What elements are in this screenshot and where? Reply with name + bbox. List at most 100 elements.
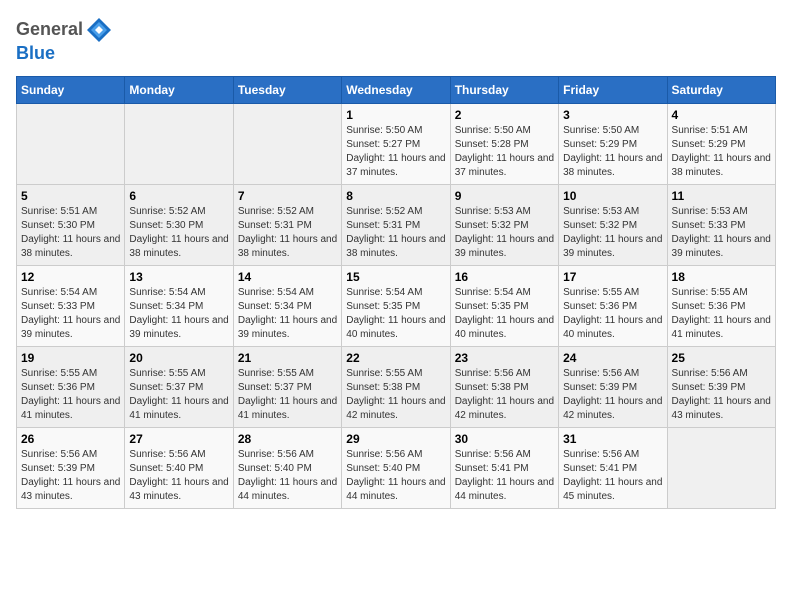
- calendar-cell: 5 Sunrise: 5:51 AM Sunset: 5:30 PM Daylig…: [17, 184, 125, 265]
- day-number: 22: [346, 351, 445, 365]
- calendar-cell: 23 Sunrise: 5:56 AM Sunset: 5:38 PM Dayli…: [450, 346, 558, 427]
- weekday-header: Wednesday: [342, 76, 450, 103]
- day-number: 26: [21, 432, 120, 446]
- day-number: 16: [455, 270, 554, 284]
- calendar-cell: 21Sunrise: 5:55 AM Sunset: 5:37 PM Dayli…: [233, 346, 341, 427]
- day-info: Sunrise: 5:55 AM Sunset: 5:36 PM Dayligh…: [563, 286, 662, 342]
- day-info: Sunrise: 5:51 AM Sunset: 5:29 PM Dayligh…: [672, 124, 771, 180]
- calendar-cell: 17 Sunrise: 5:55 AM Sunset: 5:36 PM Dayli…: [559, 265, 667, 346]
- weekday-header: Sunday: [17, 76, 125, 103]
- day-number: 3: [563, 108, 662, 122]
- day-info: Sunrise: 5:55 AM Sunset: 5:38 PM Dayligh…: [346, 367, 445, 423]
- day-number: 19: [21, 351, 120, 365]
- day-number: 4: [672, 108, 771, 122]
- day-number: 5: [21, 189, 120, 203]
- day-info: Sunrise: 5:50 AM Sunset: 5:27 PM Dayligh…: [346, 124, 445, 180]
- calendar-cell: 7 Sunrise: 5:52 AM Sunset: 5:31 PM Daylig…: [233, 184, 341, 265]
- day-info: Sunrise: 5:50 AM Sunset: 5:29 PM Dayligh…: [563, 124, 662, 180]
- day-info: Sunrise: 5:52 AM Sunset: 5:31 PM Dayligh…: [346, 205, 445, 261]
- day-info: Sunrise: 5:56 AM Sunset: 5:41 PM Dayligh…: [455, 448, 554, 504]
- day-info: Sunrise: 5:56 AM Sunset: 5:38 PM Dayligh…: [455, 367, 554, 423]
- day-number: 11: [672, 189, 771, 203]
- calendar-cell: [125, 103, 233, 184]
- day-info: Sunrise: 5:56 AM Sunset: 5:40 PM Dayligh…: [129, 448, 228, 504]
- day-info: Sunrise: 5:56 AM Sunset: 5:40 PM Dayligh…: [238, 448, 337, 504]
- day-info: Sunrise: 5:56 AM Sunset: 5:41 PM Dayligh…: [563, 448, 662, 504]
- logo: General Blue: [16, 16, 113, 64]
- day-number: 30: [455, 432, 554, 446]
- calendar-cell: 24 Sunrise: 5:56 AM Sunset: 5:39 PM Dayli…: [559, 346, 667, 427]
- calendar-cell: 8Sunrise: 5:52 AM Sunset: 5:31 PM Daylig…: [342, 184, 450, 265]
- calendar-cell: 28Sunrise: 5:56 AM Sunset: 5:40 PM Dayli…: [233, 427, 341, 508]
- calendar-week-row: 5 Sunrise: 5:51 AM Sunset: 5:30 PM Daylig…: [17, 184, 776, 265]
- day-info: Sunrise: 5:55 AM Sunset: 5:37 PM Dayligh…: [129, 367, 228, 423]
- day-info: Sunrise: 5:55 AM Sunset: 5:37 PM Dayligh…: [238, 367, 337, 423]
- day-number: 18: [672, 270, 771, 284]
- day-info: Sunrise: 5:54 AM Sunset: 5:34 PM Dayligh…: [238, 286, 337, 342]
- day-number: 20: [129, 351, 228, 365]
- day-info: Sunrise: 5:56 AM Sunset: 5:40 PM Dayligh…: [346, 448, 445, 504]
- calendar-cell: 18 Sunrise: 5:55 AM Sunset: 5:36 PM Dayli…: [667, 265, 775, 346]
- calendar-week-row: 1 Sunrise: 5:50 AM Sunset: 5:27 PM Daylig…: [17, 103, 776, 184]
- calendar-cell: 3 Sunrise: 5:50 AM Sunset: 5:29 PM Daylig…: [559, 103, 667, 184]
- day-info: Sunrise: 5:53 AM Sunset: 5:32 PM Dayligh…: [563, 205, 662, 261]
- day-info: Sunrise: 5:55 AM Sunset: 5:36 PM Dayligh…: [672, 286, 771, 342]
- calendar-week-row: 19 Sunrise: 5:55 AM Sunset: 5:36 PM Dayli…: [17, 346, 776, 427]
- day-info: Sunrise: 5:54 AM Sunset: 5:33 PM Dayligh…: [21, 286, 120, 342]
- day-info: Sunrise: 5:53 AM Sunset: 5:33 PM Dayligh…: [672, 205, 771, 261]
- day-info: Sunrise: 5:50 AM Sunset: 5:28 PM Dayligh…: [455, 124, 554, 180]
- calendar-cell: 12 Sunrise: 5:54 AM Sunset: 5:33 PM Dayli…: [17, 265, 125, 346]
- day-info: Sunrise: 5:56 AM Sunset: 5:39 PM Dayligh…: [672, 367, 771, 423]
- calendar-cell: 27 Sunrise: 5:56 AM Sunset: 5:40 PM Dayli…: [125, 427, 233, 508]
- calendar-cell: 30 Sunrise: 5:56 AM Sunset: 5:41 PM Dayli…: [450, 427, 558, 508]
- day-info: Sunrise: 5:52 AM Sunset: 5:30 PM Dayligh…: [129, 205, 228, 261]
- calendar-cell: 15Sunrise: 5:54 AM Sunset: 5:35 PM Dayli…: [342, 265, 450, 346]
- day-number: 1: [346, 108, 445, 122]
- day-number: 29: [346, 432, 445, 446]
- logo-general: General: [16, 19, 83, 39]
- calendar-header-row: SundayMondayTuesdayWednesdayThursdayFrid…: [17, 76, 776, 103]
- weekday-header: Friday: [559, 76, 667, 103]
- logo-text: General Blue: [16, 16, 113, 64]
- day-info: Sunrise: 5:55 AM Sunset: 5:36 PM Dayligh…: [21, 367, 120, 423]
- day-number: 27: [129, 432, 228, 446]
- day-info: Sunrise: 5:56 AM Sunset: 5:39 PM Dayligh…: [21, 448, 120, 504]
- day-number: 24: [563, 351, 662, 365]
- day-number: 10: [563, 189, 662, 203]
- calendar-cell: 11 Sunrise: 5:53 AM Sunset: 5:33 PM Dayli…: [667, 184, 775, 265]
- calendar-cell: 29 Sunrise: 5:56 AM Sunset: 5:40 PM Dayli…: [342, 427, 450, 508]
- day-number: 9: [455, 189, 554, 203]
- calendar-cell: 16 Sunrise: 5:54 AM Sunset: 5:35 PM Dayli…: [450, 265, 558, 346]
- day-number: 25: [672, 351, 771, 365]
- day-number: 12: [21, 270, 120, 284]
- calendar-cell: 14 Sunrise: 5:54 AM Sunset: 5:34 PM Dayli…: [233, 265, 341, 346]
- day-info: Sunrise: 5:53 AM Sunset: 5:32 PM Dayligh…: [455, 205, 554, 261]
- weekday-header: Tuesday: [233, 76, 341, 103]
- calendar-cell: [17, 103, 125, 184]
- weekday-header: Saturday: [667, 76, 775, 103]
- weekday-header: Thursday: [450, 76, 558, 103]
- calendar-cell: 9 Sunrise: 5:53 AM Sunset: 5:32 PM Daylig…: [450, 184, 558, 265]
- day-number: 14: [238, 270, 337, 284]
- day-info: Sunrise: 5:52 AM Sunset: 5:31 PM Dayligh…: [238, 205, 337, 261]
- calendar-cell: 6Sunrise: 5:52 AM Sunset: 5:30 PM Daylig…: [125, 184, 233, 265]
- day-number: 23: [455, 351, 554, 365]
- calendar-cell: 22 Sunrise: 5:55 AM Sunset: 5:38 PM Dayli…: [342, 346, 450, 427]
- calendar-cell: [233, 103, 341, 184]
- calendar-cell: 26 Sunrise: 5:56 AM Sunset: 5:39 PM Dayli…: [17, 427, 125, 508]
- day-info: Sunrise: 5:56 AM Sunset: 5:39 PM Dayligh…: [563, 367, 662, 423]
- calendar-week-row: 12 Sunrise: 5:54 AM Sunset: 5:33 PM Dayli…: [17, 265, 776, 346]
- weekday-header: Monday: [125, 76, 233, 103]
- day-number: 15: [346, 270, 445, 284]
- day-number: 7: [238, 189, 337, 203]
- calendar-cell: 10 Sunrise: 5:53 AM Sunset: 5:32 PM Dayli…: [559, 184, 667, 265]
- calendar-cell: 19 Sunrise: 5:55 AM Sunset: 5:36 PM Dayli…: [17, 346, 125, 427]
- page-header: General Blue: [16, 16, 776, 64]
- calendar-cell: [667, 427, 775, 508]
- day-info: Sunrise: 5:54 AM Sunset: 5:35 PM Dayligh…: [455, 286, 554, 342]
- logo-icon: [85, 16, 113, 44]
- day-number: 17: [563, 270, 662, 284]
- day-info: Sunrise: 5:51 AM Sunset: 5:30 PM Dayligh…: [21, 205, 120, 261]
- calendar-table: SundayMondayTuesdayWednesdayThursdayFrid…: [16, 76, 776, 509]
- logo-blue: Blue: [16, 43, 55, 63]
